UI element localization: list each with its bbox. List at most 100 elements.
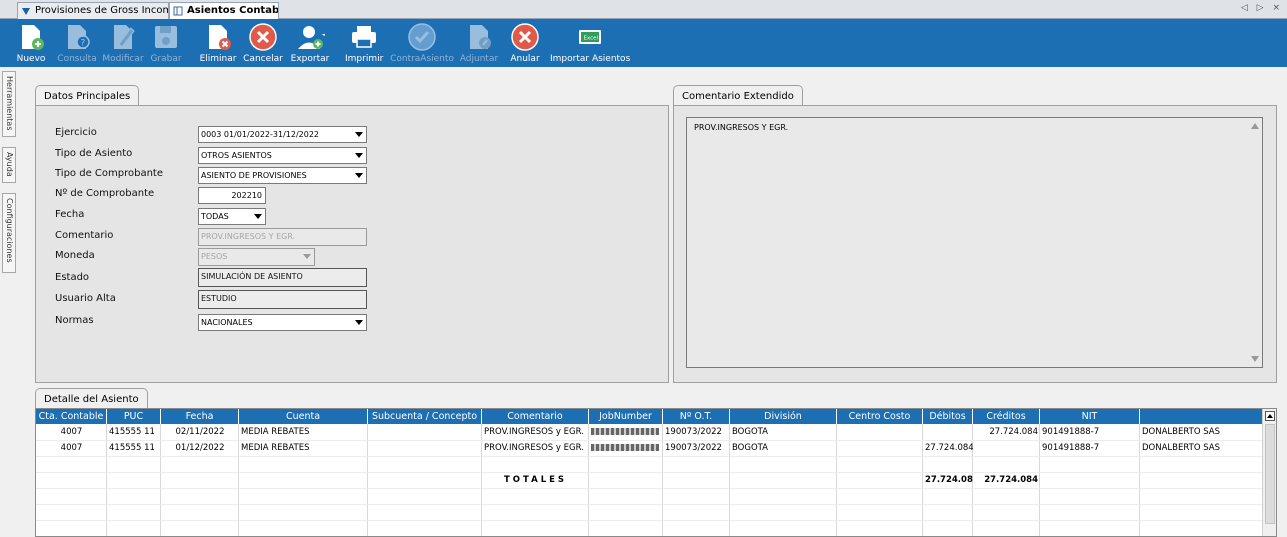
side-tab-configuraciones[interactable]: Configuraciones [2,193,16,273]
normas-label: Normas [55,315,94,326]
column-header-cuenta[interactable]: Cuenta [239,409,368,424]
grid-row-divider [36,504,1263,505]
chevron-down-icon [300,250,313,263]
void-x-icon [511,23,539,51]
grid-row-divider [36,488,1263,489]
eliminar-label: Eliminar [199,54,237,64]
exportar-label: Exportar [290,54,330,64]
totales-debitos: 27.724.084 [925,475,973,485]
memo-scrollbar[interactable] [1248,118,1262,367]
tipo-asiento-select[interactable]: OTROS ASIENTOS [198,147,367,164]
usuario-alta-label: Usuario Alta [55,293,116,304]
fecha-label: Fecha [55,209,85,220]
estado-value: SIMULACIÓN DE ASIENTO [198,268,367,287]
tipo-comprobante-label: Tipo de Comprobante [55,168,163,179]
cell-nit: 901491888-7 [1042,427,1100,437]
nuevo-label: Nuevo [16,54,46,64]
eliminar-button[interactable]: Eliminar [198,22,238,66]
tipo-comprobante-select[interactable]: ASIENTO DE PROVISIONES [198,167,367,184]
chevron-down-icon[interactable] [352,128,365,141]
cell-fecha: 02/11/2022 [175,427,225,437]
column-header-puc[interactable]: PUC [107,409,161,424]
comentario-input[interactable]: PROV.INGRESOS Y EGR. [198,228,367,246]
column-header-creditos[interactable]: Créditos [973,409,1040,424]
cell-subcuenta [368,424,482,440]
side-tab-herramientas[interactable]: Herramientas [2,71,16,137]
nro-comprobante-label: Nº de Comprobante [55,188,155,199]
cancel-circle-icon [249,23,277,51]
anular-button[interactable]: Anular [508,22,542,66]
query-document-icon: ? [68,25,90,49]
nro-comprobante-input[interactable]: 202210 [198,187,266,204]
fecha-select[interactable]: TODAS [198,208,266,225]
save-disk-icon [155,26,177,48]
excel-import-icon: Excel [579,30,601,44]
column-header-jobnumber[interactable]: JobNumber [589,409,663,424]
column-header-nombre[interactable] [1140,409,1263,424]
column-header-comentario[interactable]: Comentario [482,409,589,424]
column-header-nit[interactable]: NIT [1040,409,1140,424]
grid-row-divider [36,472,1263,473]
chevron-down-icon[interactable] [352,149,365,162]
side-tab-ayuda[interactable]: Ayuda [2,147,16,183]
scroll-up-icon[interactable] [1251,123,1259,129]
column-header-division[interactable]: División [730,409,837,424]
column-header-fecha[interactable]: Fecha [161,409,239,424]
comentario-extendido-textarea[interactable]: PROV.INGRESOS Y EGR. [686,117,1263,368]
grid-icon [173,6,183,16]
contra-asiento-button[interactable]: ContraAsiento [390,22,454,66]
grabar-label: Grabar [150,54,182,64]
side-tab-label: Ayuda [5,152,14,177]
edit-document-icon [114,25,135,49]
consulta-button[interactable]: ? Consulta [56,22,98,66]
cancelar-button[interactable]: Cancelar [243,22,283,66]
estado-label: Estado [55,272,90,283]
app-icon [22,8,30,15]
grabar-button[interactable]: Grabar [148,22,184,66]
column-header-subcuenta[interactable]: Subcuenta / Concepto [368,409,482,424]
scroll-thumb[interactable] [1265,424,1275,524]
usuario-alta-value: ESTUDIO [198,290,367,309]
tab-asientos-contables[interactable]: Asientos Contables [169,2,279,19]
cell-comentario: PROV.INGRESOS y EGR. [484,427,584,437]
grid-row-divider [36,456,1263,457]
grid-row-divider [36,520,1263,521]
scroll-down-icon[interactable] [1251,356,1259,362]
column-header-cta-contable[interactable]: Cta. Contable [36,409,107,424]
side-tab-label: Configuraciones [5,198,14,263]
adjuntar-button[interactable]: Adjuntar [458,22,500,66]
normas-select[interactable]: NACIONALES [198,314,367,331]
comentario-extendido-tab: Comentario Extendido [673,85,803,106]
grid-scrollbar[interactable] [1262,409,1276,536]
cancelar-label: Cancelar [243,54,283,64]
importar-asientos-button[interactable]: Excel Importar Asientos [550,22,630,66]
cell-division: BOGOTA [732,427,768,437]
jobnumber-redacted-icon [591,444,659,451]
column-header-debitos[interactable]: Débitos [923,409,973,424]
cell-nro-ot: 190073/2022 [665,427,722,437]
nuevo-button[interactable]: Nuevo [14,22,48,66]
column-header-nro-ot[interactable]: Nº O.T. [663,409,730,424]
column-header-centro-costo[interactable]: Centro Costo [837,409,923,424]
cell-debitos: 27.724.084 [925,443,973,453]
moneda-select[interactable]: PESOS [198,248,315,266]
modificar-button[interactable]: Modificar [101,22,145,66]
importar-asientos-label: Importar Asientos [550,54,631,64]
tipo-asiento-value: OTROS ASIENTOS [201,151,272,160]
consulta-label: Consulta [57,54,97,64]
chevron-down-icon[interactable] [251,210,264,223]
tab-provisiones-gross-income[interactable]: Provisiones de Gross Income [17,2,169,19]
scroll-up-icon[interactable] [1265,411,1275,421]
ejercicio-select[interactable]: 0003 01/01/2022-31/12/2022 [198,126,367,143]
tipo-asiento-label: Tipo de Asiento [55,148,133,159]
chevron-down-icon[interactable] [352,316,365,329]
modificar-label: Modificar [102,54,144,64]
moneda-label: Moneda [55,250,95,261]
chevron-down-icon[interactable] [352,169,365,182]
imprimir-button[interactable]: Imprimir [345,22,383,66]
tab-nav-arrows-icon[interactable]: ◁ ▷ × [1241,3,1283,13]
exportar-button[interactable]: Exportar [288,22,332,66]
printer-icon [352,26,376,48]
detalle-asiento-grid[interactable]: Cta. Contable PUC Fecha Cuenta Subcuenta / C… [35,408,1277,537]
side-tabs: Herramientas Ayuda Configuraciones [0,67,18,537]
